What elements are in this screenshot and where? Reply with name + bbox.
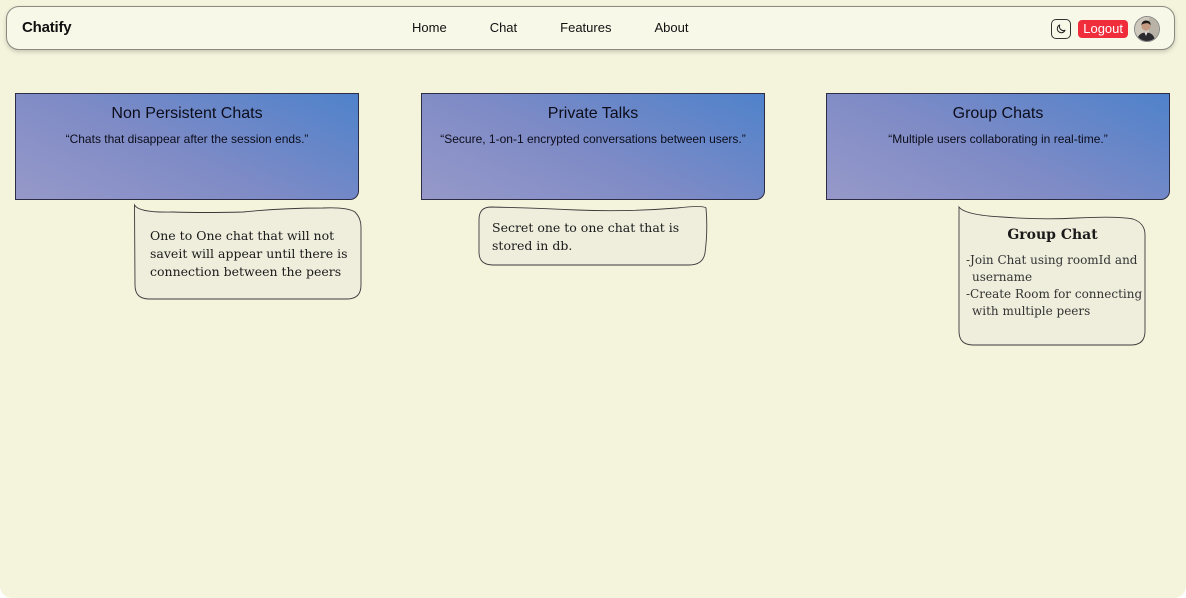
tooltip-line: One to One chat that will not	[150, 228, 335, 243]
card-non-persistent-chats[interactable]: Non Persistent Chats “Chats that disappe…	[15, 93, 359, 200]
page: Chatify Home Chat Features About Logout	[0, 0, 1186, 598]
card-title: Group Chats	[952, 105, 1044, 122]
tooltip-line: -Create Room for connecting	[966, 287, 1143, 301]
card-group-chats[interactable]: Group Chats “Multiple users collaboratin…	[826, 93, 1170, 200]
tooltip-group: Group Chat -Join Chat using roomId and u…	[957, 205, 1148, 349]
tooltip-title: Group Chat	[1007, 227, 1098, 243]
tooltip-line: with multiple peers	[972, 304, 1091, 318]
tooltip-line: saveit will appear until there is	[150, 246, 348, 261]
tooltip-line: connection between the peers	[150, 264, 342, 279]
tooltip-line: -Join Chat using roomId and	[966, 253, 1138, 267]
nav-link-about[interactable]: About	[654, 20, 688, 35]
nav-actions: Logout	[1051, 16, 1160, 42]
card-title: Non Persistent Chats	[111, 105, 263, 122]
theme-toggle-button[interactable]	[1051, 19, 1072, 39]
moon-icon	[1057, 24, 1066, 34]
tooltip-text: One to One chat that will not saveit wil…	[150, 227, 360, 281]
card-description: “Multiple users collaborating in real-ti…	[888, 132, 1108, 146]
nav-link-chat[interactable]: Chat	[490, 20, 517, 35]
tooltip-line: stored in db.	[492, 238, 573, 253]
tooltip-line: username	[972, 270, 1033, 284]
tooltip-non-persistent: One to One chat that will not saveit wil…	[133, 203, 364, 303]
card-private-talks[interactable]: Private Talks “Secure, 1-on-1 encrypted …	[421, 93, 765, 200]
tooltip-line: Secret one to one chat that is	[492, 220, 680, 235]
nav-link-home[interactable]: Home	[412, 20, 447, 35]
card-description: “Chats that disappear after the session …	[65, 132, 309, 146]
nav-link-features[interactable]: Features	[560, 20, 611, 35]
tooltip-text: Secret one to one chat that is stored in…	[492, 219, 702, 255]
logout-button[interactable]: Logout	[1078, 20, 1128, 38]
tooltip-private: Secret one to one chat that is stored in…	[477, 205, 710, 269]
brand-logo[interactable]: Chatify	[22, 19, 72, 36]
nav-links: Home Chat Features About	[412, 20, 731, 35]
card-description: “Secure, 1-on-1 encrypted conversations …	[440, 132, 746, 146]
navbar: Chatify Home Chat Features About Logout	[6, 6, 1175, 50]
card-title: Private Talks	[547, 105, 639, 122]
avatar[interactable]	[1134, 16, 1160, 42]
user-avatar-icon	[1135, 17, 1159, 41]
